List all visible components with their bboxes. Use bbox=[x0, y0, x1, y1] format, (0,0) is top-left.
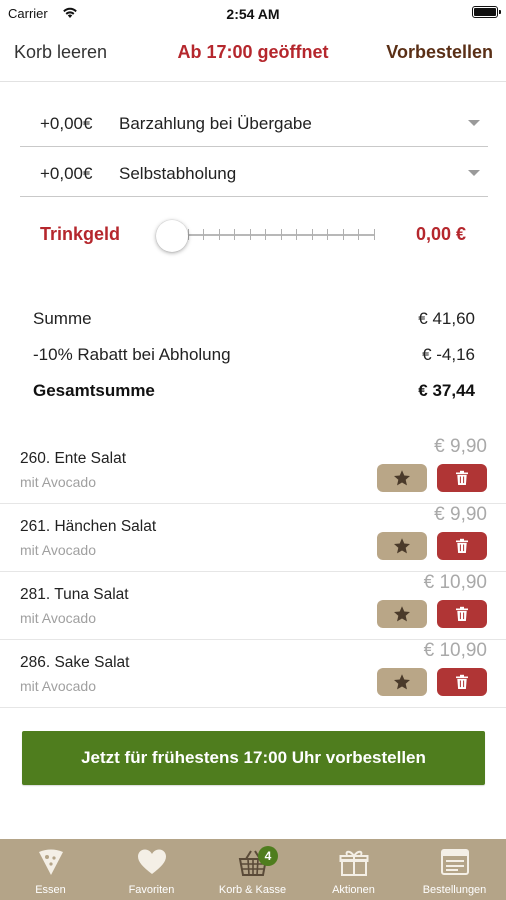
chevron-down-icon bbox=[468, 170, 480, 176]
tip-value: 0,00 € bbox=[415, 224, 466, 244]
tip-slider-tick bbox=[218, 229, 220, 240]
cart-item-price: € 9,90 bbox=[434, 504, 487, 525]
status-bar: Carrier 2:54 AM bbox=[0, 0, 506, 26]
tip-slider-tick bbox=[280, 229, 282, 240]
tip-slider-tick bbox=[358, 229, 360, 240]
total-label: Gesamtsumme bbox=[33, 381, 155, 400]
tab-label: Korb & Kasse bbox=[218, 884, 287, 896]
trash-icon bbox=[456, 606, 468, 621]
chevron-down-icon bbox=[468, 120, 480, 126]
cart-item-name: 281. Tuna Salat bbox=[20, 586, 129, 603]
tab-label: Essen bbox=[35, 884, 66, 896]
trash-icon bbox=[456, 470, 468, 485]
favorite-button[interactable] bbox=[377, 532, 427, 560]
tab-bar: Essen Favoriten 4 Korb & Kasse Aktionen bbox=[0, 839, 506, 900]
cart-count-badge: 4 bbox=[258, 846, 278, 866]
payment-method-price: +0,00€ bbox=[40, 114, 93, 133]
discount-value: € -4,16 bbox=[422, 345, 475, 364]
cart-item-price: € 9,90 bbox=[434, 436, 487, 457]
preorder-button[interactable]: Vorbestellen bbox=[386, 42, 493, 63]
delete-button[interactable] bbox=[437, 600, 487, 628]
tip-slider-tick bbox=[234, 229, 236, 240]
subtotal-value: € 41,60 bbox=[418, 309, 475, 328]
tip-slider-thumb[interactable] bbox=[156, 220, 188, 252]
cart-item-price: € 10,90 bbox=[423, 572, 487, 593]
tip-slider-tick bbox=[311, 229, 313, 240]
cart-item: 260. Ente Salat mit Avocado € 9,90 bbox=[0, 436, 506, 504]
tip-slider-tick bbox=[374, 229, 375, 240]
cart-item-option: mit Avocado bbox=[20, 678, 97, 694]
trash-icon bbox=[456, 674, 468, 689]
cart-item-actions bbox=[377, 668, 487, 696]
tip-slider-tick bbox=[249, 229, 251, 240]
preorder-cta-button[interactable]: Jetzt für frühestens 17:00 Uhr vorbestel… bbox=[22, 731, 485, 785]
cart-item-option: mit Avocado bbox=[20, 610, 97, 626]
cart-item-actions bbox=[377, 532, 487, 560]
tab-bestellungen[interactable]: Bestellungen bbox=[404, 839, 505, 900]
receipt-icon bbox=[440, 849, 469, 875]
clock: 2:54 AM bbox=[226, 6, 280, 22]
tab-label: Bestellungen bbox=[422, 884, 487, 896]
tab-aktionen[interactable]: Aktionen bbox=[303, 839, 404, 900]
cart-item-name: 286. Sake Salat bbox=[20, 654, 130, 671]
delivery-method-price: +0,00€ bbox=[40, 164, 93, 183]
tip-slider-tick bbox=[327, 229, 329, 240]
tip-slider-tick bbox=[203, 229, 205, 240]
heart-icon bbox=[137, 849, 166, 874]
empty-cart-button[interactable]: Korb leeren bbox=[14, 42, 107, 63]
tip-slider-tick bbox=[265, 229, 267, 240]
star-icon bbox=[394, 538, 410, 554]
tab-favoriten[interactable]: Favoriten bbox=[101, 839, 202, 900]
discount-row: -10% Rabatt bei Abholung € -4,16 bbox=[33, 345, 475, 369]
gift-icon bbox=[339, 850, 368, 876]
favorite-button[interactable] bbox=[377, 464, 427, 492]
trash-icon bbox=[456, 538, 468, 553]
favorite-button[interactable] bbox=[377, 668, 427, 696]
star-icon bbox=[394, 470, 410, 486]
battery-icon bbox=[472, 6, 501, 18]
delete-button[interactable] bbox=[437, 532, 487, 560]
payment-method-select[interactable]: +0,00€ Barzahlung bei Übergabe bbox=[20, 99, 488, 147]
cart-item: 261. Hänchen Salat mit Avocado € 9,90 bbox=[0, 504, 506, 572]
tip-label: Trinkgeld bbox=[40, 224, 121, 244]
cart-item: 286. Sake Salat mit Avocado € 10,90 bbox=[0, 640, 506, 708]
delivery-method-label: Selbstabholung bbox=[119, 164, 237, 183]
navigation-bar: Korb leeren Ab 17:00 geöffnet Vorbestell… bbox=[0, 26, 506, 82]
favorite-button[interactable] bbox=[377, 600, 427, 628]
payment-method-label: Barzahlung bei Übergabe bbox=[119, 114, 312, 133]
delete-button[interactable] bbox=[437, 464, 487, 492]
tip-slider[interactable] bbox=[156, 218, 376, 254]
discount-label: -10% Rabatt bei Abholung bbox=[33, 345, 231, 364]
cart-item-name: 261. Hänchen Salat bbox=[20, 518, 157, 535]
subtotal-label: Summe bbox=[33, 309, 92, 328]
tip-slider-tick bbox=[296, 229, 298, 240]
star-icon bbox=[394, 674, 410, 690]
delivery-method-select[interactable]: +0,00€ Selbstabholung bbox=[20, 149, 488, 197]
cart-item-option: mit Avocado bbox=[20, 474, 97, 490]
cart-item-price: € 10,90 bbox=[423, 640, 487, 661]
subtotal-row: Summe € 41,60 bbox=[33, 309, 475, 333]
tab-essen[interactable]: Essen bbox=[0, 839, 101, 900]
tab-label: Favoriten bbox=[128, 884, 175, 896]
total-row: Gesamtsumme € 37,44 bbox=[33, 381, 475, 405]
tip-slider-tick bbox=[342, 229, 344, 240]
cart-item: 281. Tuna Salat mit Avocado € 10,90 bbox=[0, 572, 506, 640]
tab-korb-kasse[interactable]: 4 Korb & Kasse bbox=[202, 839, 303, 900]
cart-item-name: 260. Ente Salat bbox=[20, 450, 126, 467]
pizza-slice-icon bbox=[38, 849, 63, 875]
tab-label: Aktionen bbox=[332, 884, 375, 896]
cart-item-actions bbox=[377, 600, 487, 628]
star-icon bbox=[394, 606, 410, 622]
cart-item-actions bbox=[377, 464, 487, 492]
delete-button[interactable] bbox=[437, 668, 487, 696]
cart-item-option: mit Avocado bbox=[20, 542, 97, 558]
total-value: € 37,44 bbox=[418, 381, 475, 400]
